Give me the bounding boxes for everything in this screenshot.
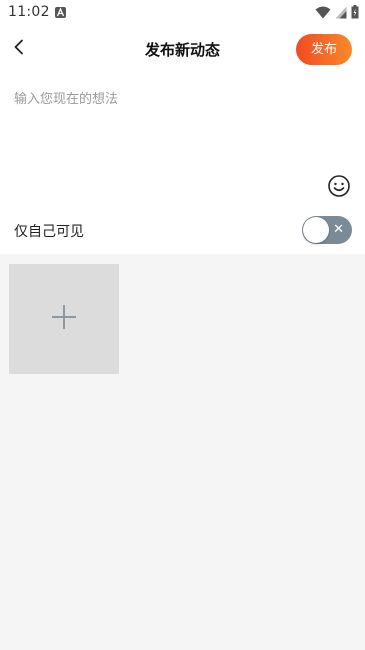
battery-icon xyxy=(351,4,359,23)
media-area xyxy=(0,254,365,650)
signal-icon xyxy=(335,4,347,23)
emoji-button[interactable] xyxy=(327,174,351,198)
privacy-row: 仅自己可见 ✕ xyxy=(0,206,365,254)
top-app-bar: 发布新动态 发布 xyxy=(0,26,365,72)
status-time: 11:02 xyxy=(8,4,50,20)
close-icon: ✕ xyxy=(333,222,344,237)
notification-a-icon xyxy=(55,7,66,18)
toggle-knob xyxy=(303,217,329,243)
private-visibility-label: 仅自己可见 xyxy=(14,224,84,240)
plus-icon xyxy=(51,304,77,334)
status-bar: 11:02 xyxy=(0,0,365,26)
post-content-input[interactable] xyxy=(14,88,352,178)
publish-button[interactable]: 发布 xyxy=(296,34,352,65)
private-visibility-toggle[interactable]: ✕ xyxy=(302,216,352,244)
smiley-icon xyxy=(327,175,351,202)
status-icons xyxy=(315,4,359,23)
compose-area xyxy=(0,72,365,206)
wifi-icon xyxy=(315,4,331,23)
add-image-button[interactable] xyxy=(9,264,119,374)
